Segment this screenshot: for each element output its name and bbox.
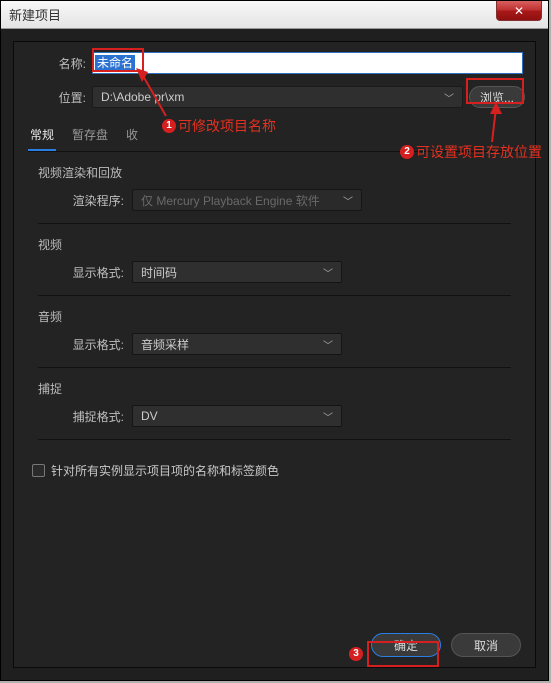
ok-button[interactable]: 确定 <box>371 633 441 657</box>
video-display-format-value: 时间码 <box>141 264 177 281</box>
window-title: 新建项目 <box>9 5 61 24</box>
chevron-down-icon: ﹀ <box>323 337 333 352</box>
video-display-format-select[interactable]: 时间码 ﹀ <box>132 261 342 283</box>
section-video: 视频 <box>38 236 511 253</box>
capture-format-label: 捕捉格式: <box>38 408 132 425</box>
video-display-format-label: 显示格式: <box>38 264 132 281</box>
section-capture: 捕捉 <box>38 380 511 397</box>
annotation-badge-2: 2 <box>400 145 414 159</box>
audio-display-format-select[interactable]: 音频采样 ﹀ <box>132 333 342 355</box>
audio-display-format-label: 显示格式: <box>38 336 132 353</box>
annotation-text-1: 可修改项目名称 <box>178 116 276 136</box>
name-label: 名称: <box>14 55 92 72</box>
show-names-label: 针对所有实例显示项目项的名称和标签颜色 <box>51 462 279 479</box>
chevron-down-icon: ﹀ <box>323 409 333 424</box>
renderer-value: 仅 Mercury Playback Engine 软件 <box>141 192 320 209</box>
show-names-checkbox[interactable] <box>32 464 45 477</box>
tab-ingest[interactable]: 收 <box>124 122 140 151</box>
chevron-down-icon: ﹀ <box>323 265 333 280</box>
renderer-label: 渲染程序: <box>38 192 132 209</box>
cancel-button[interactable]: 取消 <box>451 633 521 657</box>
audio-display-format-value: 音频采样 <box>141 336 189 353</box>
chevron-down-icon: ﹀ <box>343 193 353 208</box>
close-icon: ✕ <box>514 4 524 18</box>
annotation-arrow-1 <box>136 68 170 118</box>
section-render: 视频渲染和回放 <box>38 164 511 181</box>
capture-format-select[interactable]: DV ﹀ <box>132 405 342 427</box>
annotation-text-2: 可设置项目存放位置 <box>416 142 542 162</box>
location-label: 位置: <box>14 89 92 106</box>
close-button[interactable]: ✕ <box>496 1 542 21</box>
new-project-dialog: 新建项目 ✕ 名称: 未命名 位置: D:\Adobe pr\xm ﹀ 浏览..… <box>0 0 549 681</box>
annotation-badge-3: 3 <box>349 647 363 661</box>
tab-scratch-disks[interactable]: 暂存盘 <box>70 122 110 151</box>
annotation-2: 2 可设置项目存放位置 <box>400 142 542 162</box>
tab-general[interactable]: 常规 <box>28 122 56 151</box>
titlebar: 新建项目 ✕ <box>1 1 548 29</box>
renderer-select[interactable]: 仅 Mercury Playback Engine 软件 ﹀ <box>132 189 362 211</box>
annotation-badge-1: 1 <box>162 119 176 133</box>
capture-format-value: DV <box>141 409 158 423</box>
annotation-1: 1 可修改项目名称 <box>162 116 276 136</box>
annotation-arrow-2 <box>484 102 508 144</box>
chevron-down-icon: ﹀ <box>444 90 454 105</box>
section-audio: 音频 <box>38 308 511 325</box>
project-name-value: 未命名 <box>95 55 135 71</box>
